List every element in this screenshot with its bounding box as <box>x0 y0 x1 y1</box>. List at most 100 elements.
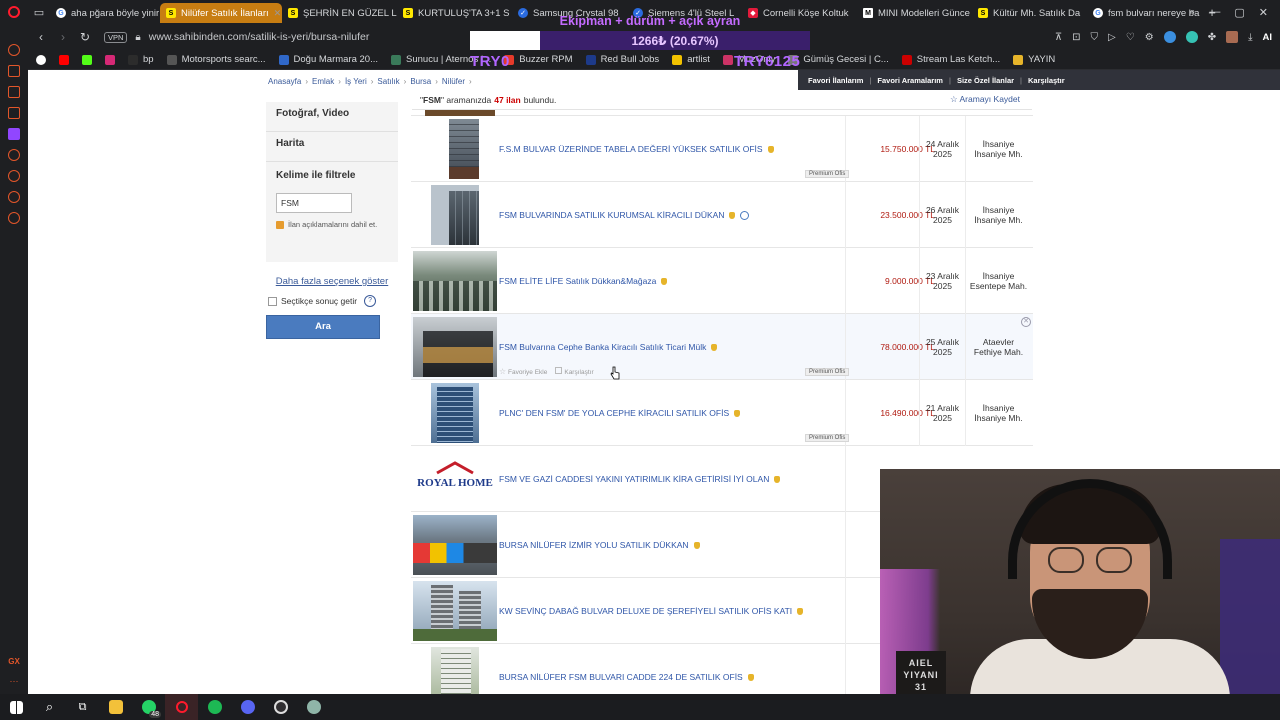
youtube-bookmark-icon[interactable] <box>59 54 69 65</box>
breadcrumb-item[interactable]: Bursa <box>410 77 431 86</box>
bookmark-item[interactable]: Doğu Marmara 20... <box>278 54 378 65</box>
listing-title[interactable]: FSM VE GAZİ CADDESİ YAKINI YATIRIMLIK Kİ… <box>499 446 781 512</box>
download-icon[interactable]: ⤓ <box>1248 32 1252 43</box>
twitch-icon[interactable] <box>8 128 20 140</box>
table-row[interactable]: F.S.M BULVAR ÜZERİNDE TABELA DEĞERİ YÜKS… <box>411 116 1033 182</box>
listing-title[interactable]: PLNC' DEN FSM' DE YOLA CEPHE KİRACILI SA… <box>499 380 741 446</box>
extensions-icon[interactable]: ⚙ <box>1145 32 1154 43</box>
breadcrumb-item[interactable]: Nilüfer <box>442 77 465 86</box>
listing-thumbnail[interactable] <box>431 646 479 694</box>
task-view-icon[interactable]: ⧉ <box>66 694 99 720</box>
browser-tab[interactable]: S KURTULUŞ'TA 3+1 S <box>397 3 512 23</box>
ai-button[interactable]: AI <box>1263 32 1273 43</box>
aria-icon[interactable] <box>8 65 20 77</box>
back-icon[interactable]: ‹ <box>32 30 50 44</box>
search-icon[interactable]: ⌕ <box>1189 6 1195 19</box>
app-icon[interactable] <box>297 694 330 720</box>
help-icon[interactable]: ? <box>364 295 377 307</box>
listing-thumbnail[interactable] <box>431 184 479 245</box>
windows-start-icon[interactable] <box>0 694 33 720</box>
opera-bookmark-icon[interactable] <box>36 54 46 65</box>
bookmark-item[interactable]: Red Bull Jobs <box>585 54 659 65</box>
messenger-icon[interactable] <box>8 44 20 56</box>
map-filter[interactable]: Harita <box>266 132 398 162</box>
kick-bookmark-icon[interactable] <box>82 54 92 65</box>
maximize-icon[interactable]: ▢ <box>1234 6 1244 19</box>
listing-title[interactable]: FSM ELİTE LİFE Satılık Dükkan&Mağaza <box>499 248 668 314</box>
listing-thumbnail[interactable] <box>413 580 497 641</box>
bookmark-item[interactable]: Gümüş Gecesi | C... <box>788 54 889 65</box>
browser-tab[interactable]: S Kültür Mh. Satılık Da <box>972 3 1087 23</box>
tab-menu-icon[interactable]: ▭ <box>28 0 50 24</box>
heart-icon[interactable]: ♡ <box>1126 32 1135 43</box>
lock-icon[interactable]: 🔒︎ <box>135 32 140 43</box>
pin-icon[interactable]: ⊼ <box>1055 32 1062 43</box>
keyword-input[interactable]: FSM <box>276 193 352 213</box>
forward-icon[interactable]: › <box>54 30 72 44</box>
close-tab-icon[interactable]: ✕ <box>274 8 282 19</box>
breadcrumb-item[interactable]: İş Yeri <box>345 77 367 86</box>
listing-thumbnail[interactable] <box>431 382 479 443</box>
listing-thumbnail[interactable] <box>413 316 497 377</box>
bookmark-item[interactable]: artlist <box>672 54 710 65</box>
bookmark-item[interactable]: YAYIN <box>1013 54 1055 65</box>
bookmark-item[interactable]: Buzzer RPM <box>504 54 573 65</box>
top-nav-link[interactable]: Size Özel İlanlar <box>957 76 1014 85</box>
listing-thumbnail[interactable] <box>431 118 479 179</box>
browser-tab[interactable]: G fsm bulvarı nereye ba <box>1087 3 1202 23</box>
instagram-bookmark-icon[interactable] <box>105 54 115 65</box>
browser-tab[interactable]: M MINI Modelleri Günce <box>857 3 972 23</box>
listing-title[interactable]: BURSA NİLÜFER İZMİR YOLU SATILIK DÜKKAN <box>499 512 700 578</box>
close-icon[interactable]: ✕ <box>1021 317 1031 327</box>
top-nav-link[interactable]: Karşılaştır <box>1028 76 1065 85</box>
save-search-button[interactable]: ☆ Aramayı Kaydet <box>950 94 1020 105</box>
browser-tab[interactable]: S ŞEHRİN EN GÜZEL L <box>282 3 397 23</box>
spotify-icon[interactable] <box>198 694 231 720</box>
listing-thumbnail[interactable] <box>413 514 497 575</box>
breadcrumb-item[interactable]: Emlak <box>312 77 334 86</box>
opera-gx-taskbar-icon[interactable] <box>165 694 198 720</box>
close-icon[interactable]: ✕ <box>1259 6 1268 19</box>
table-row[interactable]: FSM ELİTE LİFE Satılık Dükkan&Mağaza 9.0… <box>411 248 1033 314</box>
obs-icon[interactable] <box>264 694 297 720</box>
add-favorite-button[interactable]: ☆ Favoriye Ekle <box>499 367 547 376</box>
player-icon[interactable] <box>8 149 20 161</box>
play-icon[interactable]: ▷ <box>1108 32 1116 43</box>
more-icon[interactable]: ··· <box>10 676 19 686</box>
breadcrumb-item[interactable]: Anasayfa <box>268 77 301 86</box>
opera-logo-icon[interactable] <box>0 0 28 24</box>
minimize-icon[interactable]: — <box>1209 6 1220 18</box>
table-row[interactable]: FSM Bulvarına Cephe Banka Kiracılı Satıl… <box>411 314 1033 380</box>
whatsapp-icon[interactable]: 48 <box>132 694 165 720</box>
extension-blue-icon[interactable] <box>1163 31 1176 43</box>
top-nav-link[interactable]: Favori İlanlarım <box>808 76 863 85</box>
browser-tab[interactable]: G aha pğara böyle yinir <box>50 3 160 23</box>
table-row[interactable]: PLNC' DEN FSM' DE YOLA CEPHE KİRACILI SA… <box>411 380 1033 446</box>
gx-icon[interactable]: GX <box>8 657 20 666</box>
select-results-checkbox[interactable]: Seçtikçe sonuç getir? <box>266 295 398 307</box>
listing-thumbnail[interactable] <box>413 250 497 311</box>
breadcrumb-item[interactable]: Satılık <box>377 77 399 86</box>
reload-icon[interactable]: ↻ <box>76 30 94 44</box>
history-icon[interactable] <box>8 170 20 182</box>
puzzle-icon[interactable]: ✤ <box>1208 32 1216 43</box>
listing-thumbnail[interactable]: ROYAL HOME <box>413 448 497 509</box>
settings-icon[interactable] <box>8 212 20 224</box>
top-nav-link[interactable]: Favori Aramalarım <box>877 76 943 85</box>
browser-tab[interactable]: S Nilüfer Satılık İlanları ✕ <box>160 3 282 23</box>
avatar[interactable] <box>1226 31 1239 43</box>
search-taskbar-icon[interactable]: ⌕ <box>33 694 66 720</box>
url-field[interactable]: www.sahibinden.com/satilik-is-yeri/bursa… <box>149 31 370 43</box>
search-button[interactable]: Ara <box>266 315 380 339</box>
pinboard-icon[interactable] <box>8 86 20 98</box>
file-explorer-icon[interactable] <box>99 694 132 720</box>
bookmark-item[interactable]: Motorsports searc... <box>166 54 266 65</box>
more-options-link[interactable]: Daha fazla seçenek göster <box>266 276 398 287</box>
bookmark-item[interactable]: bp <box>128 54 154 65</box>
mail-icon[interactable] <box>8 107 20 119</box>
photo-video-filter[interactable]: Fotoğraf, Video <box>266 102 398 132</box>
include-desc-checkbox[interactable]: İlan açıklamalarını dahil et. <box>276 220 388 229</box>
shield-icon[interactable]: ⛉ <box>1091 32 1099 43</box>
bookmark-item[interactable]: Stream Las Ketch... <box>901 54 1000 65</box>
extension-teal-icon[interactable] <box>1185 31 1198 43</box>
